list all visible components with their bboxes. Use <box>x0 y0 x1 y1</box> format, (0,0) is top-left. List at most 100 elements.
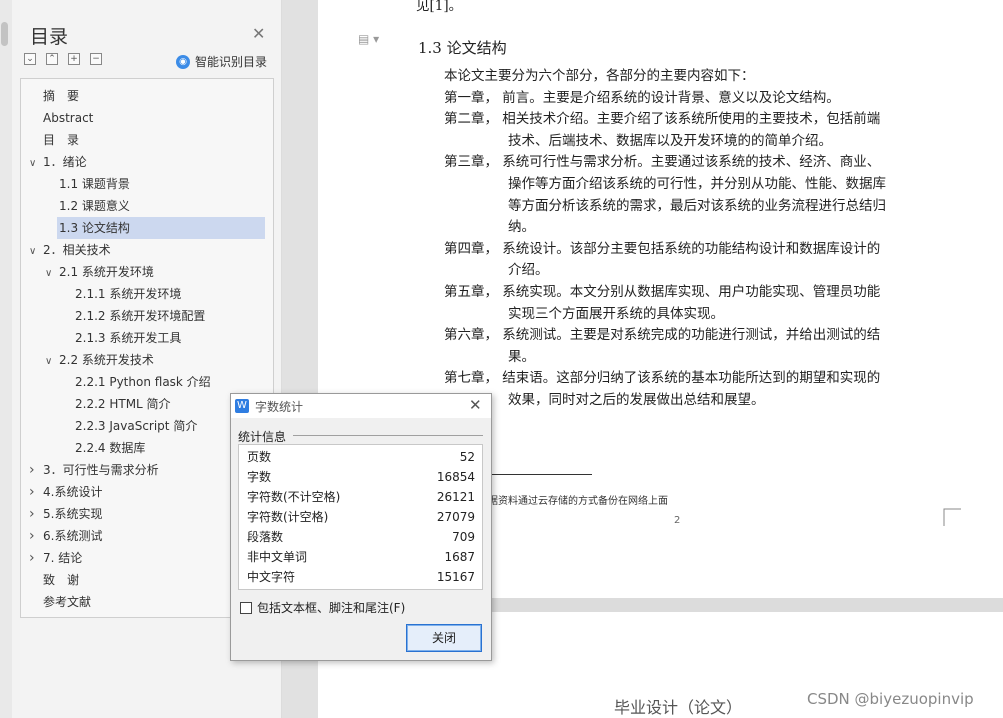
stats-section-label: 统计信息 <box>238 430 287 444</box>
stat-value: 26121 <box>436 490 475 504</box>
cut-off-text: 见[1]。 <box>416 0 463 14</box>
toc-item[interactable]: 目 录 <box>43 129 80 151</box>
toc-item[interactable]: 1.1 课题背景 <box>59 173 130 195</box>
toc-item[interactable]: › 5.系统实现 <box>29 503 103 525</box>
toc-item-label: 2.1.1 系统开发环境 <box>75 287 182 301</box>
chevron-right-icon[interactable]: › <box>29 525 43 547</box>
expand-all-icon[interactable]: + <box>68 53 80 65</box>
toc-item[interactable]: 2.1.3 系统开发工具 <box>75 327 182 349</box>
toc-item[interactable]: 摘 要 <box>43 85 80 107</box>
toc-item-label: 2.1.3 系统开发工具 <box>75 331 182 345</box>
toc-item-label: 7. 结论 <box>43 551 83 565</box>
close-button[interactable]: 关闭 <box>406 624 482 652</box>
toc-item-label: 2.1.2 系统开发环境配置 <box>75 309 206 323</box>
paragraph-line: 技术、后端技术、数据库以及开发环境的的简单介绍。 <box>508 132 832 149</box>
dialog-title-bar[interactable]: W 字数统计 ✕ <box>231 394 491 418</box>
toc-item-label: Abstract <box>43 111 94 125</box>
toc-item[interactable]: 致 谢 <box>43 569 80 591</box>
paragraph-line: 操作等方面介绍该系统的可行性，并分别从功能、性能、数据库 <box>508 176 886 192</box>
page-icon[interactable]: ▤ ▾ <box>358 32 379 46</box>
paragraph-line: 第六章， 系统测试。主要是对系统完成的功能进行测试，并给出测试的结 <box>444 327 881 344</box>
include-textbox-checkbox[interactable]: 包括文本框、脚注和尾注(F) <box>240 599 405 616</box>
toc-item-label: 3．可行性与需求分析 <box>43 463 159 477</box>
next-page-heading: 毕业设计（论文） <box>614 698 743 717</box>
toc-item-label: 1．绪论 <box>43 155 87 169</box>
collapse-all-icon[interactable]: ⌄ <box>24 53 36 65</box>
toc-item[interactable]: 2.1.1 系统开发环境 <box>75 283 182 305</box>
toc-item[interactable]: › 3．可行性与需求分析 <box>29 459 159 481</box>
paragraph-line: 第二章， 相关技术介绍。主要介绍了该系统所使用的主要技术，包括前端 <box>444 111 881 128</box>
toc-item-label: 致 谢 <box>43 573 80 587</box>
toc-item-label: 1.1 课题背景 <box>59 177 130 191</box>
toc-item[interactable]: 2.1.2 系统开发环境配置 <box>75 305 206 327</box>
stat-value: 1687 <box>444 550 475 564</box>
toc-item-label: 2.2 系统开发技术 <box>59 353 154 367</box>
chevron-down-icon[interactable]: ∨ <box>29 241 43 263</box>
paragraph-line: 等方面分析该系统的需求，最后对该系统的业务流程进行总结归 <box>508 197 886 214</box>
close-icon[interactable]: ✕ <box>252 24 265 43</box>
toc-item[interactable]: ∨ 2.2 系统开发技术 <box>45 349 154 371</box>
expand-level-icon[interactable]: ⌃ <box>46 53 58 65</box>
toc-item[interactable]: 2.2.2 HTML 简介 <box>75 393 171 415</box>
stat-row: 中文字符 15167 <box>247 567 475 587</box>
toc-item[interactable]: › 6.系统测试 <box>29 525 103 547</box>
paragraph-line: 第五章， 系统实现。本文分别从数据库实现、用户功能实现、管理员功能 <box>444 284 881 300</box>
stat-value: 15167 <box>436 570 475 584</box>
stat-value: 52 <box>459 450 475 464</box>
toc-item-label: 5.系统实现 <box>43 507 103 521</box>
toc-item[interactable]: ∨ 2.1 系统开发环境 <box>45 261 154 283</box>
paragraph-line: 第四章， 系统设计。该部分主要包括系统的功能结构设计和数据库设计的 <box>444 240 881 257</box>
stat-label: 字符数(不计空格) <box>247 490 341 504</box>
stat-value: 709 <box>452 530 475 544</box>
toc-item-label: 参考文献 <box>43 595 92 609</box>
toc-item-label: 2.1 系统开发环境 <box>59 265 154 279</box>
chevron-down-icon[interactable]: ∨ <box>45 263 59 285</box>
chevron-down-icon[interactable]: ∨ <box>45 351 59 373</box>
toc-item[interactable]: 2.2.4 数据库 <box>75 437 145 459</box>
checkbox[interactable] <box>240 601 252 614</box>
toc-item-label: 2.2.2 HTML 简介 <box>75 397 171 411</box>
stat-label: 字数 <box>247 470 272 484</box>
checkbox-label: 包括文本框、脚注和尾注(F) <box>257 601 406 615</box>
stat-row: 段落数 709 <box>247 527 475 547</box>
chevron-right-icon[interactable]: › <box>29 481 43 503</box>
toc-item-label: 4.系统设计 <box>43 485 103 499</box>
watermark: CSDN @biyezuopinvip <box>807 690 974 708</box>
toc-item[interactable]: ∨ 2．相关技术 <box>29 239 111 261</box>
toc-item[interactable]: 2.2.3 JavaScript 简介 <box>75 415 197 437</box>
toc-item[interactable]: ∨ 1．绪论 <box>29 151 87 173</box>
toc-item[interactable]: 1.3 论文结构 <box>57 217 265 239</box>
paragraph-line: 果。 <box>508 348 535 365</box>
chevron-right-icon[interactable]: › <box>29 503 43 525</box>
stat-row: 字符数(计空格) 27079 <box>247 507 475 527</box>
chevron-right-icon[interactable]: › <box>29 547 43 569</box>
stats-table: 页数 52 字数 16854 字符数(不计空格) 26121 字符数(计空格) 27079 段落… <box>238 444 483 590</box>
wps-app-icon: W <box>235 399 249 413</box>
stat-row: 页数 52 <box>247 447 475 467</box>
paragraph-line: 第三章， 系统可行性与需求分析。主要通过该系统的技术、经济、商业、 <box>444 154 881 171</box>
chevron-down-icon[interactable]: ∨ <box>29 153 43 175</box>
word-count-dialog: W 字数统计 ✕ 统计信息 页数 52 字数 16854 字符数(不计空格) 26121 字… <box>230 393 492 661</box>
toc-item[interactable]: › 7. 结论 <box>29 547 83 569</box>
left-scrollbar[interactable] <box>0 0 12 718</box>
stat-value: 16854 <box>436 470 475 484</box>
toc-item[interactable]: Abstract <box>43 107 94 129</box>
toc-item[interactable]: › 4.系统设计 <box>29 481 103 503</box>
smart-toc-icon: ◉ <box>176 54 190 69</box>
collapse-icon[interactable]: − <box>90 53 102 65</box>
scrollbar-thumb[interactable] <box>1 22 8 46</box>
toc-item-label: 摘 要 <box>43 89 80 103</box>
toc-item-label: 目 录 <box>43 133 80 147</box>
chevron-right-icon[interactable]: › <box>29 459 43 481</box>
close-icon[interactable]: ✕ <box>469 396 482 414</box>
smart-toc-button[interactable]: ◉ 智能识别目录 <box>176 53 267 70</box>
footnote-separator <box>480 474 592 475</box>
toc-item[interactable]: 参考文献 <box>43 591 92 613</box>
section-heading: 1.3 论文结构 <box>418 39 507 57</box>
toc-item-label: 2.2.1 Python flask 介绍 <box>75 375 211 389</box>
stat-label: 中文字符 <box>247 570 296 584</box>
toc-item-label: 6.系统测试 <box>43 529 103 543</box>
section-divider <box>293 435 483 436</box>
toc-item[interactable]: 1.2 课题意义 <box>59 195 130 217</box>
toc-item[interactable]: 2.2.1 Python flask 介绍 <box>75 371 211 393</box>
